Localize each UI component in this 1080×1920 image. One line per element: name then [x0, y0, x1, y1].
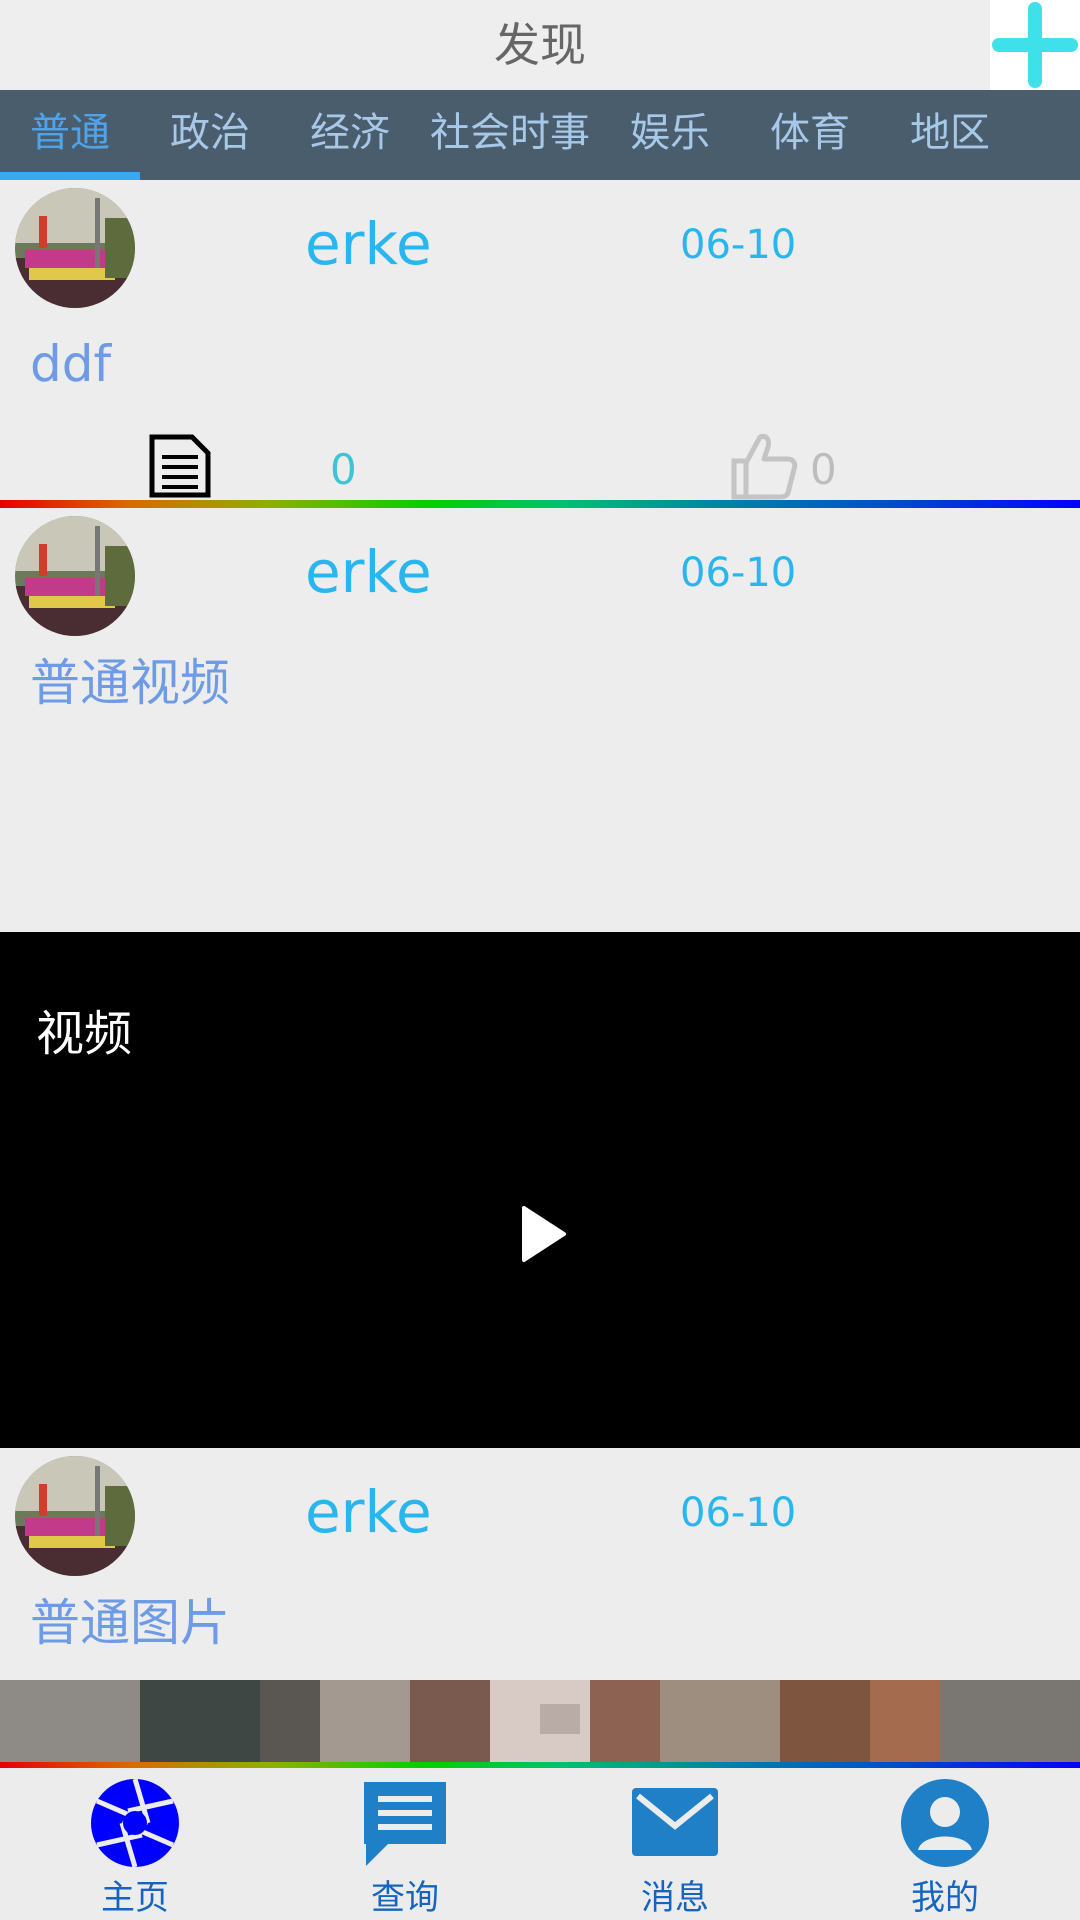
- nav-label: 主页: [101, 1878, 169, 1918]
- post-date: 06-10: [680, 1490, 797, 1536]
- tab-economy[interactable]: 经济: [280, 90, 420, 180]
- post-image[interactable]: [0, 1680, 1080, 1768]
- tab-entertainment[interactable]: 娱乐: [600, 90, 740, 180]
- tab-current-affairs[interactable]: 社会时事: [420, 90, 600, 180]
- add-post-button[interactable]: [990, 0, 1080, 90]
- video-player[interactable]: 视频: [0, 932, 1080, 1532]
- nav-profile[interactable]: 我的: [810, 1768, 1080, 1920]
- nav-search[interactable]: 查询: [270, 1768, 540, 1920]
- bottom-nav: 主页 查询 消息 我的: [0, 1768, 1080, 1920]
- post-text: 普通图片: [30, 1594, 230, 1652]
- comment-count: 0: [330, 445, 357, 494]
- comment-icon[interactable]: [148, 433, 212, 499]
- thumbs-up-icon[interactable]: [728, 431, 798, 501]
- page-title: 发现: [494, 18, 586, 72]
- top-bar: 发现: [0, 0, 1080, 90]
- tab-region[interactable]: 地区: [880, 90, 1020, 180]
- nav-home[interactable]: 主页: [0, 1768, 270, 1920]
- rainbow-divider: [0, 500, 1080, 508]
- user-icon: [901, 1779, 989, 1867]
- chat-bubble-icon: [364, 1782, 446, 1866]
- plus-icon: [992, 2, 1078, 88]
- avatar[interactable]: [15, 516, 135, 636]
- nav-label: 查询: [371, 1878, 439, 1918]
- username[interactable]: erke: [305, 1478, 432, 1546]
- post-item[interactable]: erke 06-10 普通图片: [0, 1448, 1080, 1768]
- avatar[interactable]: [15, 188, 135, 308]
- nav-label: 消息: [641, 1878, 709, 1918]
- avatar[interactable]: [15, 1456, 135, 1576]
- aperture-icon: [91, 1778, 179, 1868]
- discover-page: 发现 普通 政治 经济 社会时事 娱乐 体育 地区 erke 06-10 ddf…: [0, 0, 1080, 1920]
- play-icon[interactable]: [520, 1204, 568, 1264]
- post-date: 06-10: [680, 222, 797, 268]
- username[interactable]: erke: [305, 210, 432, 278]
- post-item[interactable]: erke 06-10 ddf 0 0: [0, 180, 1080, 508]
- like-count: 0: [810, 445, 837, 494]
- tab-general[interactable]: 普通: [0, 90, 140, 180]
- video-label: 视频: [36, 1006, 133, 1062]
- category-tabs: 普通 政治 经济 社会时事 娱乐 体育 地区: [0, 90, 1080, 180]
- username[interactable]: erke: [305, 538, 432, 606]
- tab-sports[interactable]: 体育: [740, 90, 880, 180]
- post-actions: 0 0: [0, 425, 1080, 505]
- envelope-icon: [632, 1788, 718, 1856]
- post-text: 普通视频: [30, 654, 230, 712]
- nav-label: 我的: [911, 1878, 979, 1918]
- nav-messages[interactable]: 消息: [540, 1768, 810, 1920]
- post-date: 06-10: [680, 550, 797, 596]
- post-text: ddf: [30, 335, 112, 393]
- tab-politics[interactable]: 政治: [140, 90, 280, 180]
